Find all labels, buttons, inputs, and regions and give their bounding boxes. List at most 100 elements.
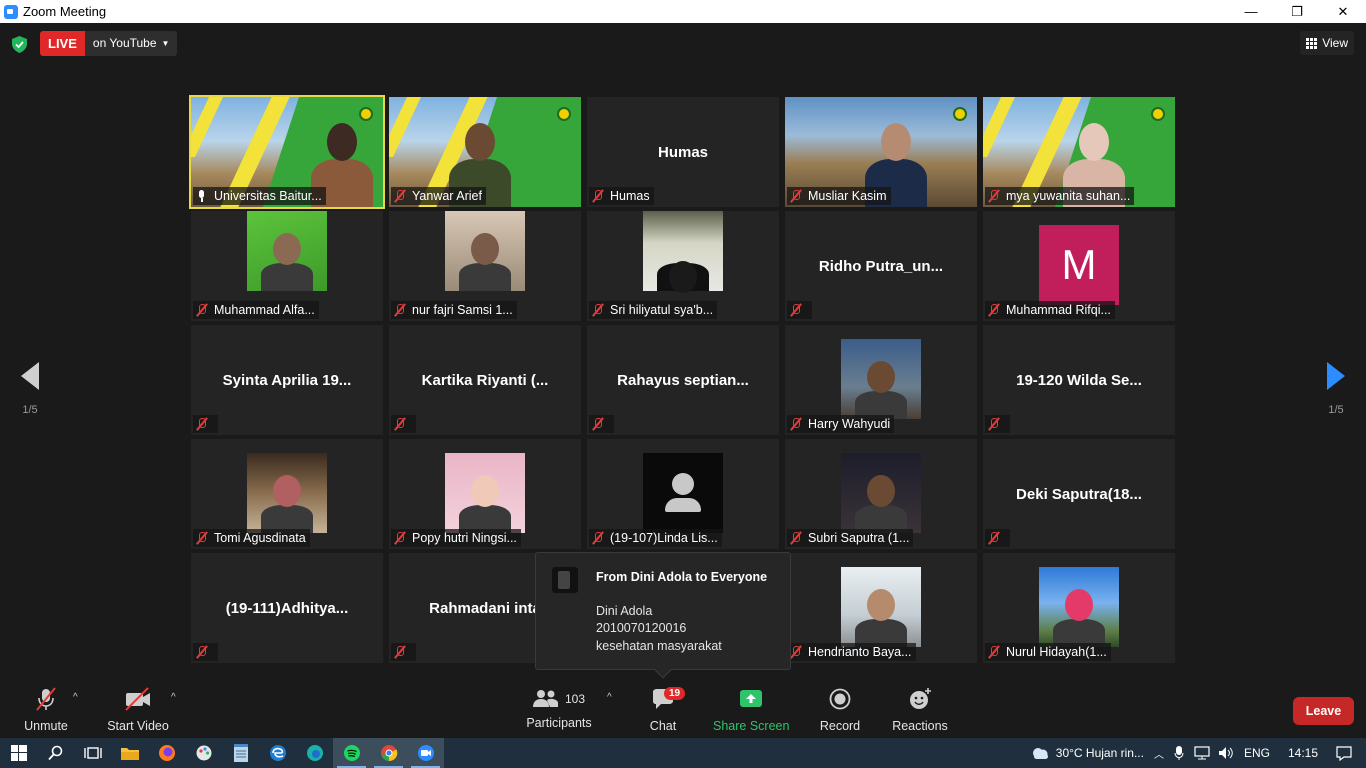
speaker-icon[interactable] bbox=[1218, 746, 1234, 760]
participant-name: Hendrianto Baya... bbox=[808, 645, 912, 659]
reactions-button[interactable]: Reactions bbox=[892, 686, 948, 733]
zoom-taskbar-icon[interactable] bbox=[407, 738, 444, 768]
language-indicator[interactable]: ENG bbox=[1244, 746, 1270, 760]
participant-tile[interactable]: Yanwar Arief bbox=[389, 97, 581, 207]
audio-options-caret-icon[interactable]: ^ bbox=[73, 692, 78, 703]
start-video-button[interactable]: Start Video bbox=[106, 686, 170, 733]
chat-notification-popup[interactable]: From Dini Adola to Everyone Dini Adola 2… bbox=[535, 552, 791, 679]
share-screen-button[interactable]: Share Screen bbox=[713, 686, 789, 733]
prev-page-nav[interactable]: 1/5 bbox=[10, 362, 50, 416]
participant-tile[interactable]: Popy hutri Ningsi... bbox=[389, 439, 581, 549]
shield-icon[interactable] bbox=[12, 36, 27, 53]
system-tray: 30°C Hujan rin... ︿ ENG 14:15 bbox=[1030, 738, 1366, 768]
chrome-icon[interactable] bbox=[370, 738, 407, 768]
chevron-up-icon[interactable]: ︿ bbox=[1154, 746, 1164, 761]
notepad-icon[interactable] bbox=[222, 738, 259, 768]
minimize-button[interactable]: — bbox=[1228, 0, 1274, 23]
mic-muted-icon bbox=[195, 303, 209, 317]
participants-options-caret-icon[interactable]: ^ bbox=[607, 692, 612, 703]
participant-tile[interactable]: Nurul Hidayah(1... bbox=[983, 553, 1175, 663]
mic-muted-icon bbox=[393, 303, 407, 317]
participant-tile[interactable]: Subri Saputra (1... bbox=[785, 439, 977, 549]
participants-label: Participants bbox=[526, 716, 592, 730]
participant-tile[interactable]: nur fajri Samsi 1... bbox=[389, 211, 581, 321]
unmute-button[interactable]: Unmute bbox=[20, 686, 72, 733]
live-label: LIVE bbox=[40, 31, 85, 56]
participant-tile[interactable]: Universitas Baitur... bbox=[189, 95, 385, 209]
close-button[interactable]: ✕ bbox=[1320, 0, 1366, 23]
participant-tile[interactable]: Syinta Aprilia 19... bbox=[191, 325, 383, 435]
mic-muted-icon bbox=[591, 303, 605, 317]
clock-time[interactable]: 14:15 bbox=[1288, 746, 1318, 760]
participant-name-center: Deki Saputra(18... bbox=[1016, 485, 1142, 503]
participant-tile[interactable]: Sri hiliyatul sya'b... bbox=[587, 211, 779, 321]
participant-tile[interactable]: Ridho Putra_un... bbox=[785, 211, 977, 321]
paint-icon[interactable] bbox=[185, 738, 222, 768]
stream-dropdown[interactable]: on YouTube ▼ bbox=[84, 31, 178, 56]
search-icon[interactable] bbox=[37, 738, 74, 768]
participant-video bbox=[841, 339, 921, 419]
mic-muted-icon bbox=[987, 531, 1001, 545]
arrow-left-icon[interactable] bbox=[21, 362, 39, 390]
participant-name: mya yuwanita suhan... bbox=[1006, 189, 1131, 203]
microphone-icon[interactable] bbox=[1174, 745, 1184, 761]
participant-name: Subri Saputra (1... bbox=[808, 531, 910, 545]
participant-name: Tomi Agusdinata bbox=[214, 531, 306, 545]
participant-tile[interactable]: Rahayus septian... bbox=[587, 325, 779, 435]
next-page-nav[interactable]: 1/5 bbox=[1316, 362, 1356, 416]
file-explorer-icon[interactable] bbox=[111, 738, 148, 768]
window-titlebar: Zoom Meeting — ❐ ✕ bbox=[0, 0, 1366, 23]
participant-video bbox=[247, 211, 327, 291]
participants-button[interactable]: 103 Participants bbox=[525, 686, 593, 730]
window-controls: — ❐ ✕ bbox=[1228, 0, 1366, 23]
chat-button[interactable]: 19 Chat bbox=[640, 686, 686, 733]
participant-tile[interactable]: Humas Humas bbox=[587, 97, 779, 207]
participant-tile[interactable]: M Muhammad Rifqi... bbox=[983, 211, 1175, 321]
participant-label bbox=[193, 415, 218, 433]
firefox-icon[interactable] bbox=[148, 738, 185, 768]
restore-button[interactable]: ❐ bbox=[1274, 0, 1320, 23]
caret-down-icon: ▼ bbox=[161, 39, 170, 48]
participant-video bbox=[643, 211, 723, 293]
participant-tile[interactable]: Deki Saputra(18... bbox=[983, 439, 1175, 549]
video-options-caret-icon[interactable]: ^ bbox=[171, 692, 176, 703]
participant-label: Harry Wahyudi bbox=[787, 415, 895, 433]
participant-tile[interactable]: Muhammad Alfa... bbox=[191, 211, 383, 321]
participant-video bbox=[1039, 567, 1119, 647]
weather-cloud-icon[interactable] bbox=[1030, 745, 1050, 761]
participant-tile[interactable]: (19-111)Adhitya... bbox=[191, 553, 383, 663]
windows-start-icon[interactable] bbox=[0, 738, 37, 768]
leave-button[interactable]: Leave bbox=[1293, 697, 1354, 725]
view-label: View bbox=[1322, 36, 1348, 50]
participant-label bbox=[787, 301, 812, 319]
mic-muted-icon bbox=[987, 189, 1001, 203]
edge-icon[interactable] bbox=[296, 738, 333, 768]
participant-name: Yanwar Arief bbox=[412, 189, 482, 203]
participant-tile[interactable]: Hendrianto Baya... bbox=[785, 553, 977, 663]
participant-tile[interactable]: Musliar Kasim bbox=[785, 97, 977, 207]
record-button[interactable]: Record bbox=[816, 686, 864, 733]
edge-legacy-icon[interactable] bbox=[259, 738, 296, 768]
unmute-label: Unmute bbox=[24, 719, 68, 733]
participant-tile[interactable]: 19-120 Wilda Se... bbox=[983, 325, 1175, 435]
participant-video bbox=[445, 211, 525, 291]
participant-tile[interactable]: Tomi Agusdinata bbox=[191, 439, 383, 549]
participant-label: Universitas Baitur... bbox=[193, 187, 326, 205]
weather-label[interactable]: 30°C Hujan rin... bbox=[1056, 746, 1144, 760]
arrow-right-icon[interactable] bbox=[1327, 362, 1345, 390]
task-view-icon[interactable] bbox=[74, 738, 111, 768]
mic-muted-icon bbox=[195, 645, 209, 659]
mic-muted-icon bbox=[789, 189, 803, 203]
participant-tile[interactable]: mya yuwanita suhan... bbox=[983, 97, 1175, 207]
participant-tile[interactable]: (19-107)Linda Lis... bbox=[587, 439, 779, 549]
view-button[interactable]: View bbox=[1300, 31, 1354, 55]
spotify-icon[interactable] bbox=[333, 738, 370, 768]
microphone-icon bbox=[195, 189, 209, 203]
start-video-label: Start Video bbox=[107, 719, 169, 733]
notifications-icon[interactable] bbox=[1336, 745, 1352, 761]
participant-tile[interactable]: Kartika Riyanti (... bbox=[389, 325, 581, 435]
network-icon[interactable] bbox=[1194, 746, 1210, 760]
participant-tile[interactable]: Harry Wahyudi bbox=[785, 325, 977, 435]
participant-name: Popy hutri Ningsi... bbox=[412, 531, 517, 545]
live-stream-badge[interactable]: LIVE on YouTube ▼ bbox=[40, 31, 178, 56]
